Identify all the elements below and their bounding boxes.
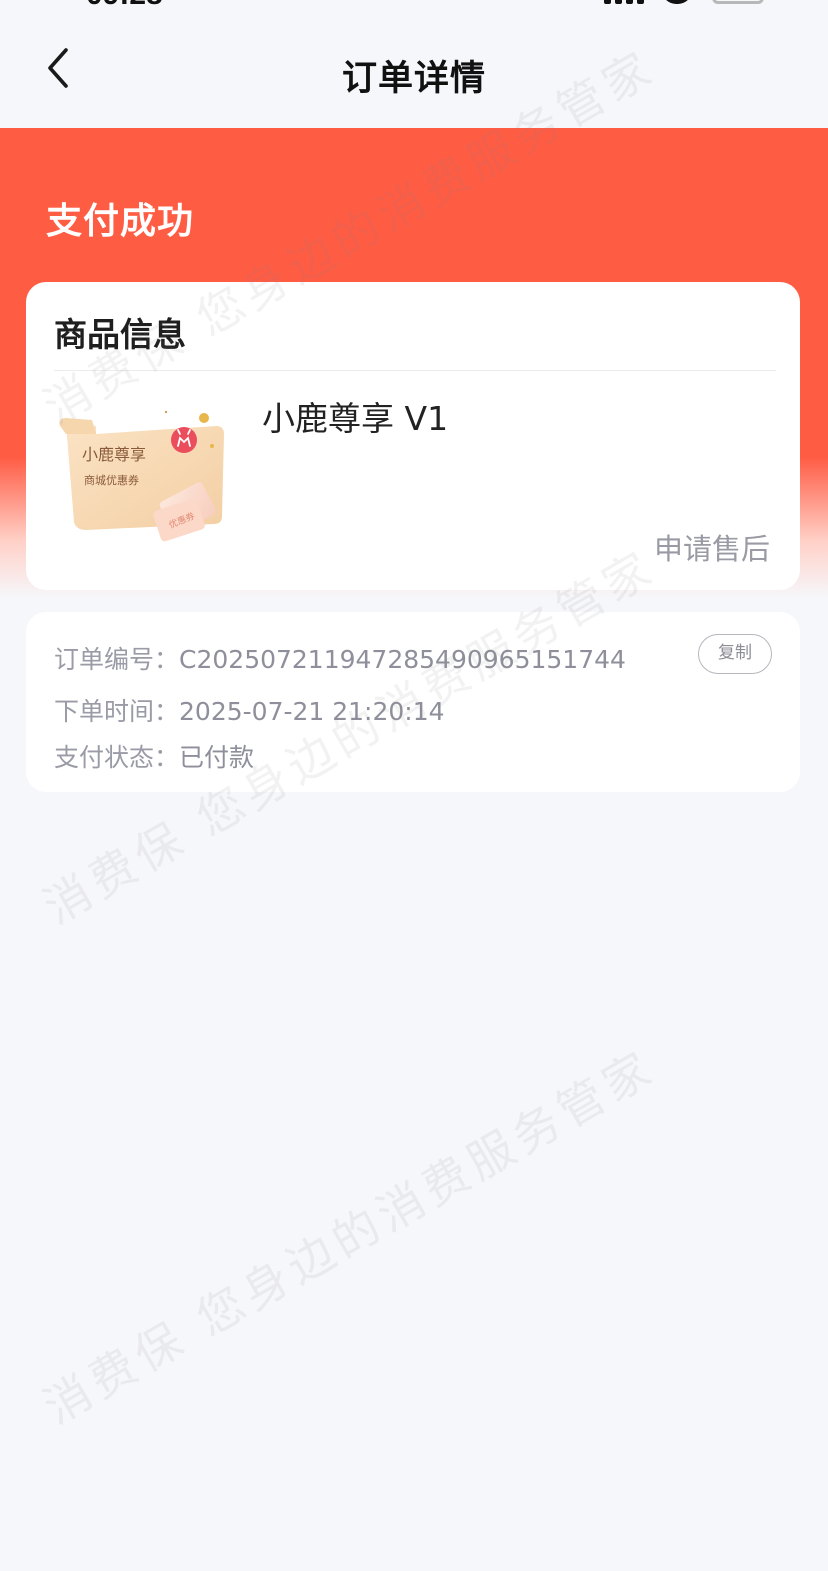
- deer-icon: [171, 427, 197, 453]
- product-info-header: 商品信息: [54, 315, 186, 354]
- order-time-value: 2025-07-21 21:20:14: [179, 697, 445, 726]
- divider: [54, 370, 776, 371]
- order-number-value: C202507211947285490965151744: [179, 645, 626, 674]
- payment-status-value: 已付款: [179, 743, 255, 772]
- signal-icon: [604, 0, 648, 4]
- watermark-text: 消费保 您身边的消费服务管家: [34, 1039, 665, 1435]
- apply-after-sale-button[interactable]: 申请售后: [654, 526, 770, 568]
- product-thumbnail: 小鹿尊享 商城优惠券 优惠券: [56, 404, 226, 554]
- order-time-row: 下单时间：2025-07-21 21:20:14: [54, 692, 445, 728]
- order-number-label: 订单编号：: [54, 645, 180, 674]
- status-time: 09:28: [86, 0, 163, 10]
- page-title: 订单详情: [341, 59, 486, 99]
- nav-bar: 订单详情: [0, 10, 828, 128]
- product-info-card: 商品信息 小鹿尊享 商城优惠券 优惠券 小鹿尊享 V1 申请售后: [26, 282, 800, 590]
- order-info-card: 订单编号：C202507211947285490965151744 复制 下单时…: [26, 612, 800, 792]
- svg-text:小鹿尊享: 小鹿尊享: [82, 445, 146, 464]
- payment-status-row: 支付状态：已付款: [54, 738, 254, 774]
- copy-order-number-button[interactable]: 复制: [698, 634, 772, 674]
- payment-status-text: 支付成功: [46, 201, 195, 242]
- battery-icon: [712, 0, 764, 4]
- order-number-row: 订单编号：C202507211947285490965151744: [54, 640, 626, 676]
- svg-text:商城优惠券: 商城优惠券: [84, 473, 139, 487]
- status-bar: 09:28: [0, 0, 828, 10]
- payment-status-label: 支付状态：: [54, 743, 180, 772]
- wifi-icon: [662, 0, 692, 4]
- order-time-label: 下单时间：: [54, 697, 180, 726]
- product-name: 小鹿尊享 V1: [262, 399, 449, 438]
